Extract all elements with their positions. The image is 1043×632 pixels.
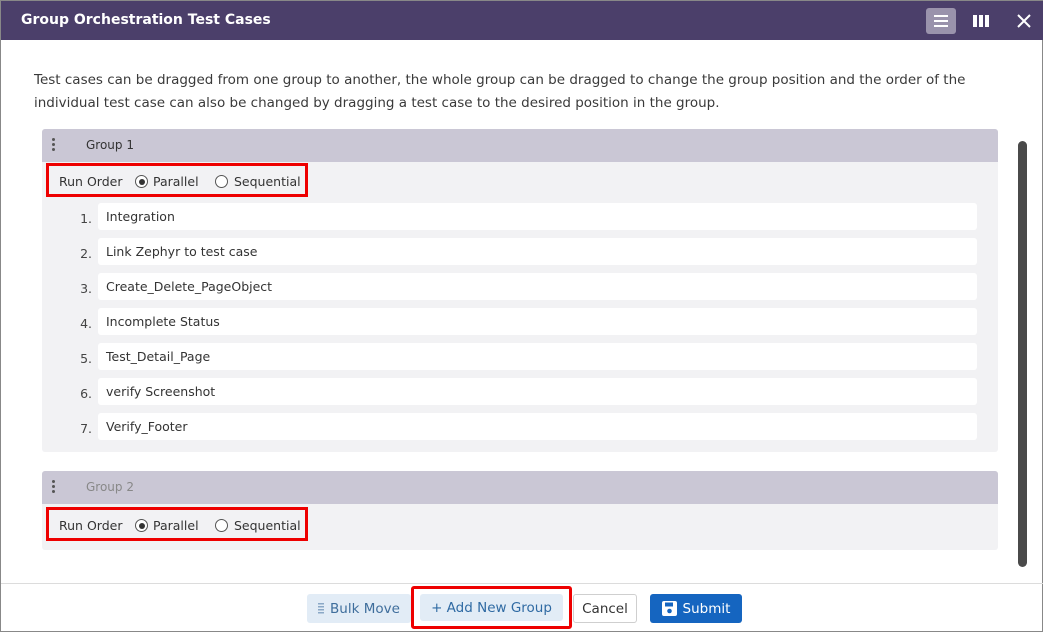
parallel-radio[interactable] [135,175,148,188]
group-header[interactable]: Group 1 [42,129,998,162]
run-order-selector: Run Order Parallel Sequential [46,163,308,197]
sequential-label[interactable]: Sequential [234,518,301,533]
test-case-number: 5. [80,351,92,366]
test-case-name: verify Screenshot [106,384,216,399]
test-case-name: Link Zephyr to test case [106,244,258,259]
drag-handle-icon[interactable] [52,138,58,154]
test-case-item[interactable]: 4. Incomplete Status [80,308,977,335]
cancel-button[interactable]: Cancel [573,594,637,623]
cancel-label: Cancel [582,600,628,617]
bulk-move-label: Bulk Move [330,600,400,617]
test-case-number: 4. [80,316,92,331]
sequential-radio[interactable] [215,519,228,532]
group-name: Group 2 [86,480,134,494]
test-case-item[interactable]: 7. Verify_Footer [80,413,977,440]
bulk-move-button[interactable]: Bulk Move [307,594,411,623]
test-case-item[interactable]: 1. Integration [80,203,977,230]
test-case-name: Integration [106,209,175,224]
add-new-group-label: + Add New Group [431,599,552,616]
save-icon [661,601,677,616]
columns-view-button[interactable] [966,8,996,34]
dialog-title: Group Orchestration Test Cases [21,12,271,28]
run-order-selector: Run Order Parallel Sequential [46,507,308,541]
list-view-button[interactable] [926,8,956,34]
group-1[interactable]: Group 1 Run Order Parallel Sequential 1.… [42,129,998,452]
test-case-number: 1. [80,211,92,226]
test-case-item[interactable]: 2. Link Zephyr to test case [80,238,977,265]
title-bar: Group Orchestration Test Cases [1,1,1043,40]
test-case-item[interactable]: 6. verify Screenshot [80,378,977,405]
run-order-label: Run Order [59,518,123,533]
add-new-group-button[interactable]: + Add New Group [411,586,572,629]
list-view-icon [934,15,948,27]
columns-view-icon [973,15,989,27]
test-case-number: 6. [80,386,92,401]
scrollbar-thumb[interactable] [1018,141,1027,567]
instructions-text: Test cases can be dragged from one group… [34,72,966,111]
test-case-number: 2. [80,246,92,261]
test-case-name: Incomplete Status [106,314,220,329]
test-case-item[interactable]: 5. Test_Detail_Page [80,343,977,370]
test-case-number: 3. [80,281,92,296]
test-case-item[interactable]: 3. Create_Delete_PageObject [80,273,977,300]
parallel-label[interactable]: Parallel [153,518,199,533]
footer-divider [1,583,1043,584]
group-2[interactable]: Group 2 Run Order Parallel Sequential [42,471,998,550]
parallel-label[interactable]: Parallel [153,174,199,189]
test-case-number: 7. [80,421,92,436]
test-case-name: Verify_Footer [106,419,188,434]
sequential-radio[interactable] [215,175,228,188]
close-button[interactable] [1010,8,1038,34]
bulk-move-icon [318,603,325,614]
group-orchestration-dialog: Group Orchestration Test Cases Test case… [0,0,1043,632]
run-order-label: Run Order [59,174,123,189]
parallel-radio[interactable] [135,519,148,532]
sequential-label[interactable]: Sequential [234,174,301,189]
group-name: Group 1 [86,138,134,152]
submit-label: Submit [682,600,731,617]
group-header[interactable]: Group 2 [42,471,998,504]
drag-handle-icon[interactable] [52,480,58,496]
test-case-name: Test_Detail_Page [106,349,211,364]
submit-button[interactable]: Submit [650,594,742,623]
test-case-name: Create_Delete_PageObject [106,279,273,294]
close-icon [1017,14,1031,28]
